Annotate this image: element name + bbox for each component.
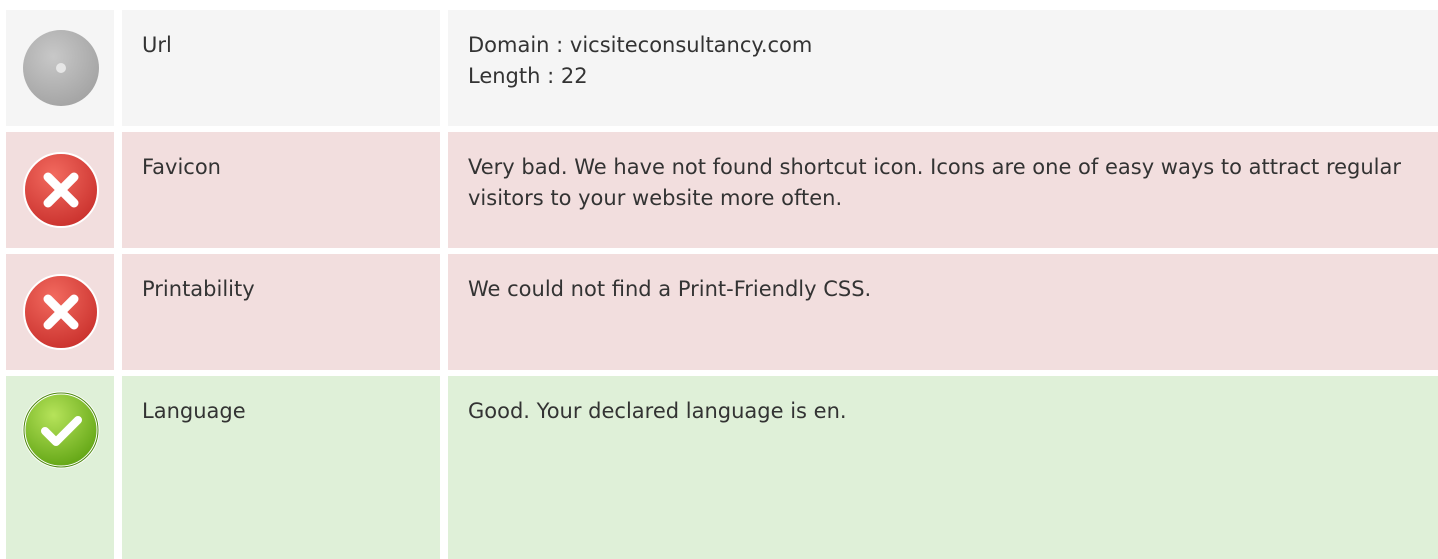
error-x-icon: [21, 272, 101, 352]
check-name: Url: [142, 33, 172, 57]
neutral-dot-icon: [21, 28, 101, 108]
check-name: Language: [142, 399, 246, 423]
check-result-cell: Good. Your declared language is en.: [448, 376, 1438, 559]
check-name-cell: Favicon: [122, 132, 440, 248]
check-result-cell: We could not find a Print-Friendly CSS.: [448, 254, 1438, 370]
result-text: Very bad. We have not found shortcut ico…: [468, 155, 1402, 210]
report-row-url: Url Domain : vicsiteconsultancy.com Leng…: [6, 10, 1438, 126]
error-x-icon: [21, 150, 101, 230]
report-row-language: Language Good. Your declared language is…: [6, 376, 1438, 559]
check-result-cell: Domain : vicsiteconsultancy.com Length :…: [448, 10, 1438, 126]
result-text: We could not find a Print-Friendly CSS.: [468, 277, 872, 301]
report-row-favicon: Favicon Very bad. We have not found shor…: [6, 132, 1438, 248]
result-length: Length : 22: [468, 64, 588, 88]
check-result-cell: Very bad. We have not found shortcut ico…: [448, 132, 1438, 248]
check-name-cell: Url: [122, 10, 440, 126]
checkmark-icon: [21, 390, 101, 470]
status-cell: [6, 132, 114, 248]
status-cell: [6, 254, 114, 370]
result-domain: Domain : vicsiteconsultancy.com: [468, 33, 813, 57]
status-cell: [6, 10, 114, 126]
check-name-cell: Language: [122, 376, 440, 559]
check-name: Favicon: [142, 155, 221, 179]
check-name-cell: Printability: [122, 254, 440, 370]
status-cell: [6, 376, 114, 559]
report-row-printability: Printability We could not find a Print-F…: [6, 254, 1438, 370]
check-name: Printability: [142, 277, 255, 301]
result-text: Good. Your declared language is en.: [468, 399, 847, 423]
